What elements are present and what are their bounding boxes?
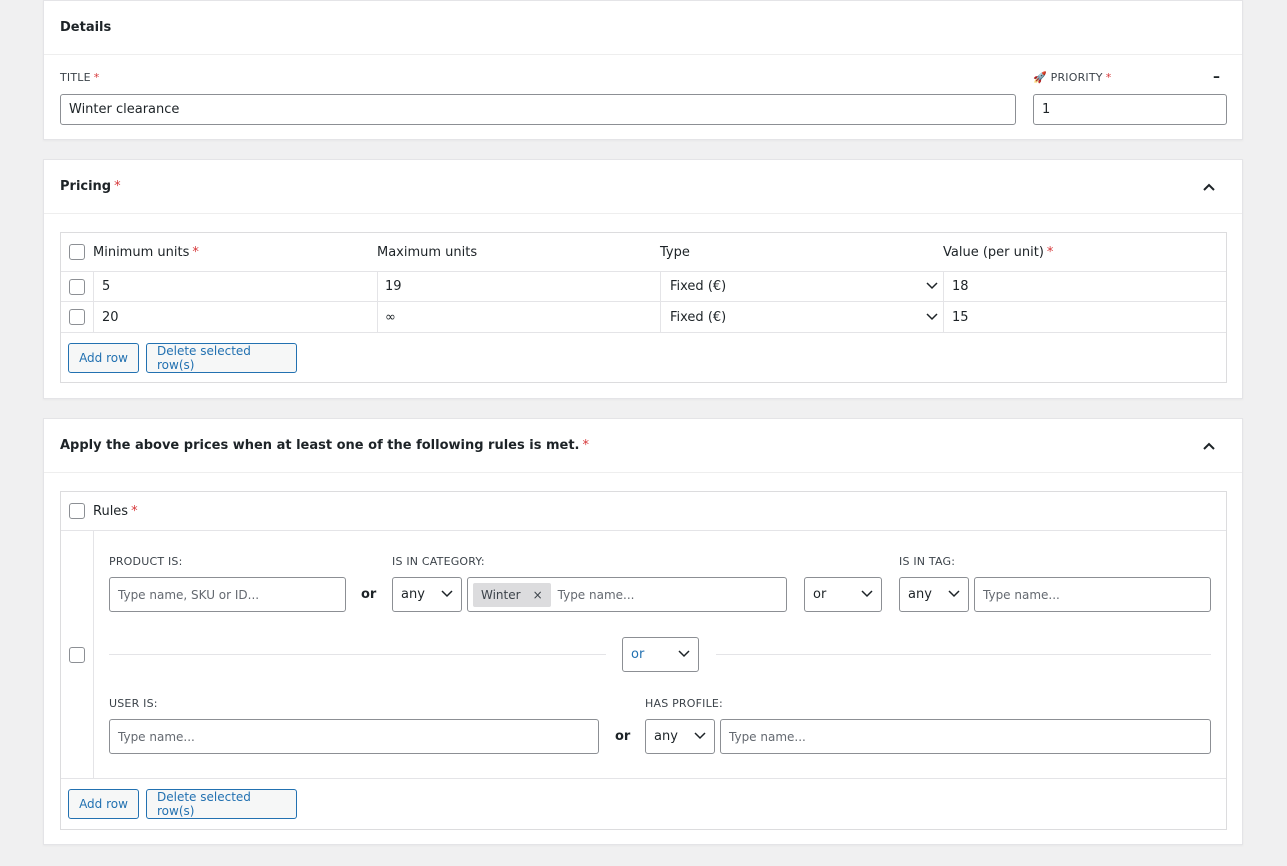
group-or-select[interactable]: or <box>622 637 699 672</box>
category-placeholder: Type name... <box>557 587 635 602</box>
pricing-header: Pricing * <box>44 160 1242 214</box>
priority-collapse-button[interactable]: – <box>1213 69 1220 85</box>
chevron-down-icon <box>926 279 938 294</box>
profile-label: HAS PROFILE: <box>645 697 723 710</box>
chevron-up-icon[interactable] <box>1202 180 1216 194</box>
col-max-units: Maximum units <box>377 244 478 260</box>
row-checkbox[interactable] <box>69 279 85 295</box>
chevron-up-icon[interactable] <box>1202 439 1216 453</box>
chevron-down-icon <box>678 647 690 662</box>
rules-heading: Apply the above prices when at least one… <box>60 438 580 453</box>
select-all-checkbox[interactable] <box>69 244 85 260</box>
profile-input[interactable]: Type name... <box>720 719 1211 754</box>
col-min-units: Minimum units * <box>93 244 199 260</box>
category-input[interactable]: Winter × Type name... <box>467 577 787 612</box>
chevron-down-icon <box>926 310 938 325</box>
col-value: Value (per unit) * <box>943 244 1054 260</box>
details-card: Details TITLE * Winter clearance 🚀 PRIORI… <box>43 0 1243 140</box>
or-label: or <box>361 587 377 602</box>
user-input[interactable]: Type name... <box>109 719 599 754</box>
pricing-heading: Pricing <box>60 179 112 194</box>
rules-card: Apply the above prices when at least one… <box>43 418 1243 845</box>
delete-rows-button[interactable]: Delete selected row(s) <box>146 343 297 373</box>
tag-label: IS IN TAG: <box>899 555 956 568</box>
rule-row-checkbox[interactable] <box>69 647 85 663</box>
add-row-button[interactable]: Add row <box>68 343 139 373</box>
or-label: or <box>615 729 631 744</box>
product-label: PRODUCT IS: <box>109 555 183 568</box>
user-label: USER IS: <box>109 697 158 710</box>
minus-icon: – <box>1213 69 1220 85</box>
tag-or-select[interactable]: or <box>804 577 882 612</box>
chevron-down-icon <box>861 587 873 602</box>
row1-max[interactable]: 19 <box>385 271 655 301</box>
details-header: Details <box>44 1 1242 55</box>
category-label: IS IN CATEGORY: <box>392 555 485 568</box>
chevron-down-icon <box>441 587 453 602</box>
product-input[interactable]: Type name, SKU or ID... <box>109 577 346 612</box>
title-input[interactable]: Winter clearance <box>60 94 1016 125</box>
profile-any-select[interactable]: any <box>645 719 715 754</box>
row2-min[interactable]: 20 <box>102 302 372 332</box>
priority-label: 🚀 PRIORITY * <box>1033 71 1112 84</box>
pricing-card: Pricing * Minimum units * Maximum units Ty… <box>43 159 1243 399</box>
close-icon[interactable]: × <box>533 588 543 602</box>
chevron-down-icon <box>694 729 706 744</box>
category-tag: Winter × <box>473 582 551 607</box>
row2-type-select[interactable]: Fixed (€) <box>670 302 938 332</box>
row1-value[interactable]: 18 <box>952 271 1222 301</box>
title-label: TITLE * <box>60 71 100 84</box>
rocket-icon: 🚀 <box>1033 71 1047 84</box>
details-heading: Details <box>60 20 112 35</box>
row1-min[interactable]: 5 <box>102 271 372 301</box>
rules-table: Rules * PRODUCT IS: Type name, SKU or ID.… <box>60 491 1227 830</box>
tag-input[interactable]: Type name... <box>974 577 1211 612</box>
select-all-rules-checkbox[interactable] <box>69 503 85 519</box>
row2-max[interactable]: ∞ <box>385 302 655 332</box>
pricing-table: Minimum units * Maximum units Type Value … <box>60 232 1227 383</box>
row-checkbox[interactable] <box>69 309 85 325</box>
delete-rule-rows-button[interactable]: Delete selected row(s) <box>146 789 297 819</box>
col-type: Type <box>660 244 690 260</box>
category-any-select[interactable]: any <box>392 577 462 612</box>
rules-header: Apply the above prices when at least one… <box>44 419 1242 473</box>
chevron-down-icon <box>948 587 960 602</box>
col-rules: Rules * <box>93 503 138 519</box>
add-rule-row-button[interactable]: Add row <box>68 789 139 819</box>
priority-input[interactable]: 1 <box>1033 94 1227 125</box>
row1-type-select[interactable]: Fixed (€) <box>670 271 938 301</box>
tag-any-select[interactable]: any <box>899 577 969 612</box>
row2-value[interactable]: 15 <box>952 302 1222 332</box>
